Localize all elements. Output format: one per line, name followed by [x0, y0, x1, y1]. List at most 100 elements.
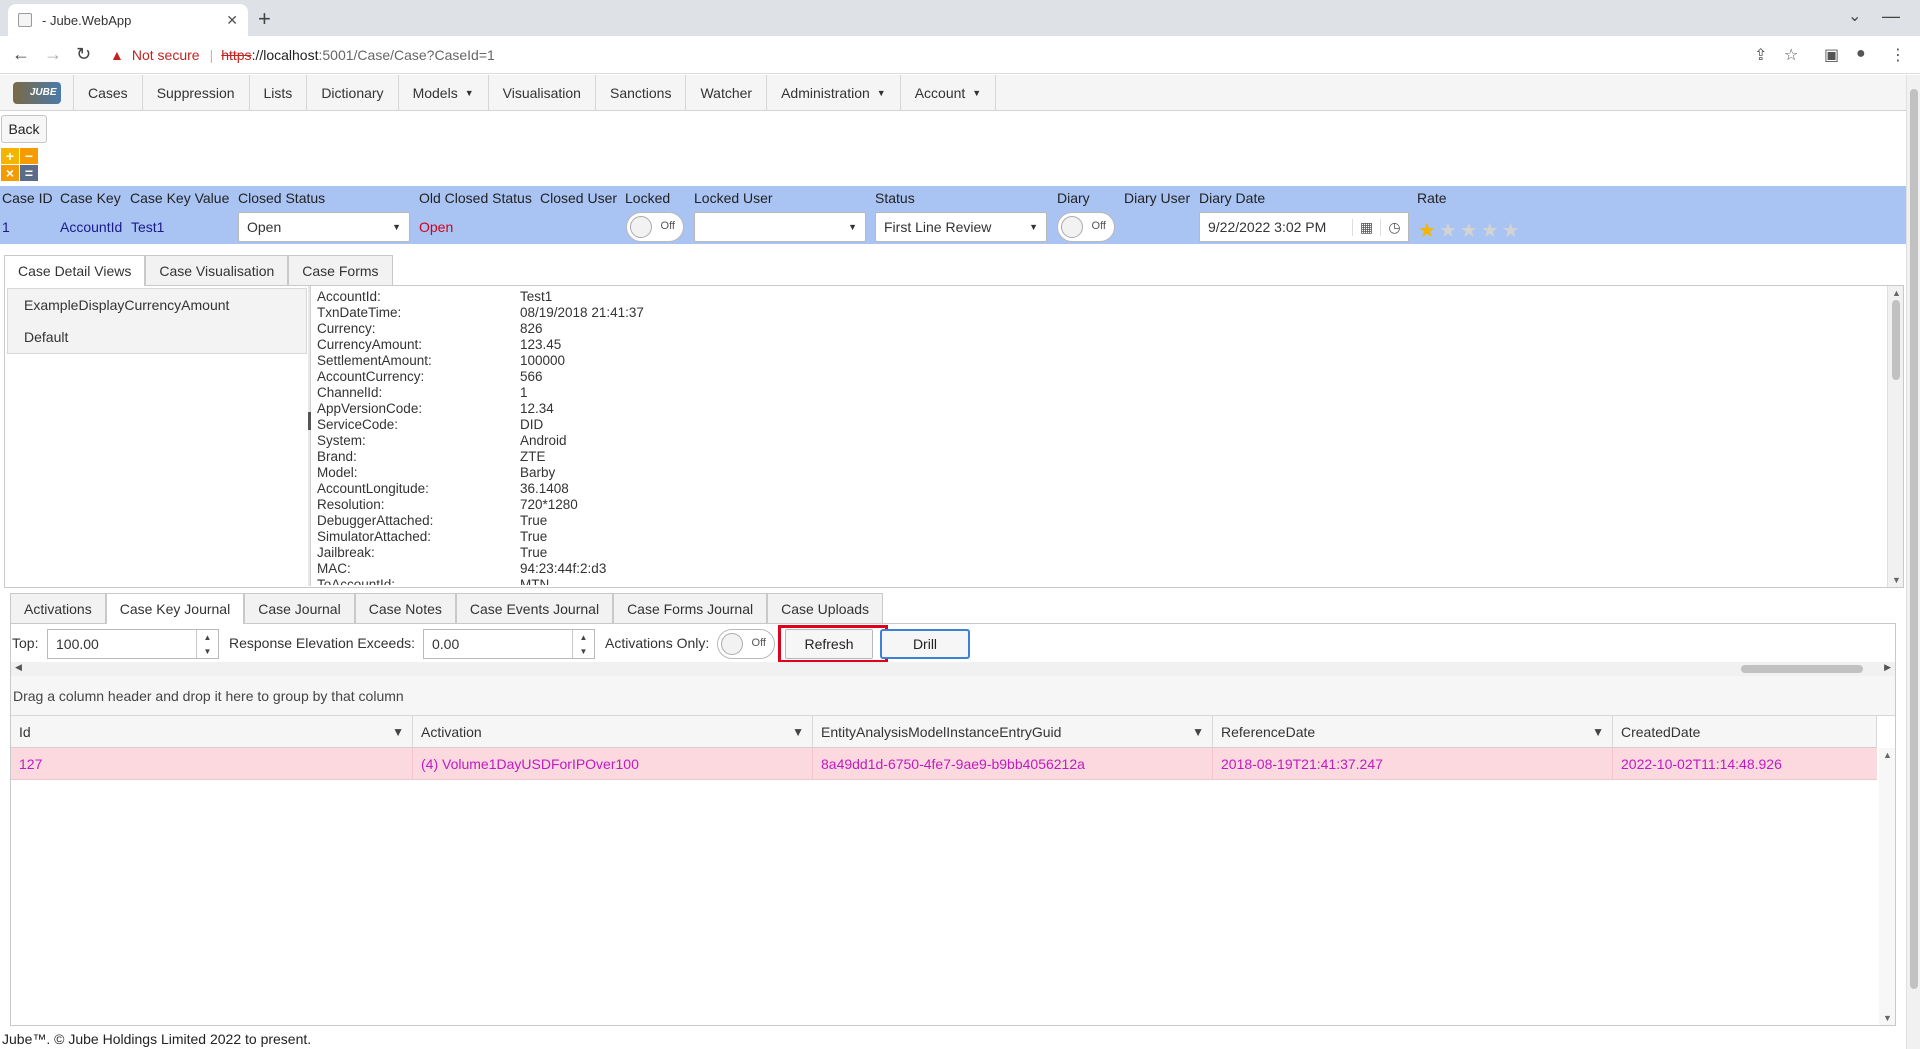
closed-status-select[interactable]: Open ▼ [238, 212, 410, 242]
menu-sanctions[interactable]: Sanctions [596, 75, 687, 110]
filter-icon[interactable]: ▼ [1592, 725, 1604, 739]
diary-date-picker[interactable]: 9/22/2022 3:02 PM ▦ ◷ [1199, 212, 1409, 242]
grid-horizontal-scrollbar[interactable]: ◀ ▶ [11, 662, 1895, 676]
scroll-left-icon[interactable]: ◀ [15, 662, 22, 673]
group-by-bar[interactable]: Drag a column header and drop it here to… [11, 676, 1895, 716]
scroll-down-icon[interactable]: ▼ [1883, 1013, 1892, 1023]
spin-up-icon[interactable]: ▲ [204, 633, 212, 642]
case-key-value: AccountId [60, 219, 123, 235]
elevation-input[interactable]: 0.00 ▲ ▼ [423, 629, 595, 659]
activations-only-toggle[interactable]: Off [717, 629, 775, 659]
more-menu-icon[interactable]: ⋮ [1890, 45, 1906, 65]
side-panel-icon[interactable]: ▣ [1824, 45, 1839, 65]
menu-cases[interactable]: Cases [74, 75, 143, 110]
close-icon[interactable]: ✕ [226, 12, 238, 29]
filter-icon[interactable]: ▼ [392, 725, 404, 739]
calculator-widget[interactable]: + − × = [1, 148, 39, 182]
star-icon[interactable]: ★ [1418, 220, 1439, 242]
column-header-id[interactable]: Id ▼ [11, 716, 413, 748]
field-row: ToAccountId: MTN [317, 577, 1877, 585]
share-icon[interactable]: ⇪ [1754, 45, 1767, 65]
grid-vertical-scrollbar[interactable]: ▲ ▼ [1879, 748, 1895, 1025]
back-button[interactable]: Back [1, 115, 47, 143]
list-item[interactable]: Default [8, 321, 306, 353]
filter-icon[interactable]: ▼ [792, 725, 804, 739]
menu-watcher[interactable]: Watcher [686, 75, 768, 110]
page-scrollbar[interactable] [1906, 75, 1920, 1049]
detail-scrollbar[interactable]: ▲ ▼ [1887, 286, 1903, 587]
spin-down-icon[interactable]: ▼ [204, 647, 212, 656]
scroll-thumb[interactable] [1910, 89, 1918, 989]
forward-arrow-icon[interactable]: → [44, 44, 62, 65]
field-row: SimulatorAttached: True [317, 529, 1877, 545]
jube-logo[interactable]: JUBE [0, 75, 74, 110]
field-value: Test1 [520, 289, 553, 304]
equals-icon[interactable]: = [20, 165, 38, 181]
scroll-up-icon[interactable]: ▲ [1892, 288, 1901, 298]
column-header-activation[interactable]: Activation ▼ [413, 716, 813, 748]
tab-case-uploads[interactable]: Case Uploads [767, 593, 884, 623]
tab-case-notes[interactable]: Case Notes [354, 593, 456, 623]
top-stepper[interactable]: ▲ ▼ [196, 630, 218, 658]
times-icon[interactable]: × [1, 165, 19, 181]
not-secure-label[interactable]: Not secure [132, 47, 200, 63]
column-header-reference-date[interactable]: ReferenceDate ▼ [1213, 716, 1613, 748]
elevation-stepper[interactable]: ▲ ▼ [572, 630, 594, 658]
menu-models[interactable]: Models ▼ [399, 75, 489, 110]
locked-toggle[interactable]: Off [626, 212, 684, 242]
scroll-thumb[interactable] [1741, 665, 1863, 673]
menu-administration[interactable]: Administration ▼ [767, 75, 901, 110]
table-row[interactable]: 127 (4) Volume1DayUSDForIPOver100 8a49dd… [11, 748, 1877, 780]
star-icon[interactable]: ☆ [1784, 45, 1798, 65]
address-bar[interactable]: ▲ Not secure | https ://localhost :5001/… [110, 41, 1770, 69]
spin-down-icon[interactable]: ▼ [580, 647, 588, 656]
star-icon[interactable]: ★ [1439, 220, 1460, 242]
status-select[interactable]: First Line Review ▼ [875, 212, 1047, 242]
scroll-up-icon[interactable]: ▲ [1883, 750, 1892, 760]
back-arrow-icon[interactable]: ← [12, 44, 30, 65]
spin-up-icon[interactable]: ▲ [580, 633, 588, 642]
filter-icon[interactable]: ▼ [1192, 725, 1204, 739]
top-input[interactable]: 100.00 ▲ ▼ [47, 629, 219, 659]
tab-case-journal[interactable]: Case Journal [244, 593, 355, 623]
profile-icon[interactable]: ● [1856, 45, 1866, 63]
chevron-down-icon[interactable]: ⌄ [1848, 6, 1861, 26]
scroll-down-icon[interactable]: ▼ [1892, 575, 1901, 585]
drill-button[interactable]: Drill [880, 629, 970, 659]
scroll-thumb[interactable] [1892, 300, 1900, 380]
scroll-right-icon[interactable]: ▶ [1884, 662, 1891, 673]
menu-visualisation[interactable]: Visualisation [489, 75, 596, 110]
plus-icon[interactable]: + [1, 148, 19, 164]
column-header-created-date[interactable]: CreatedDate [1613, 716, 1877, 748]
diary-toggle[interactable]: Off [1057, 212, 1115, 242]
locked-user-select[interactable]: ▼ [694, 212, 866, 242]
menu-account[interactable]: Account ▼ [901, 75, 997, 110]
splitter-grip-icon[interactable] [308, 412, 311, 430]
reload-icon[interactable]: ↻ [76, 44, 91, 65]
menu-dictionary[interactable]: Dictionary [307, 75, 399, 110]
tab-case-detail-views[interactable]: Case Detail Views [4, 255, 146, 286]
tab-case-forms-journal[interactable]: Case Forms Journal [613, 593, 768, 623]
tab-case-events-journal[interactable]: Case Events Journal [455, 593, 614, 623]
minus-icon[interactable]: − [20, 148, 38, 164]
pane-splitter[interactable] [308, 286, 311, 586]
star-icon[interactable]: ★ [1481, 220, 1502, 242]
star-icon[interactable]: ★ [1502, 220, 1523, 242]
tab-case-forms[interactable]: Case Forms [288, 255, 393, 285]
menu-lists[interactable]: Lists [250, 75, 308, 110]
tab-activations[interactable]: Activations [10, 593, 106, 623]
diary-date-value[interactable]: 9/22/2022 3:02 PM [1200, 219, 1352, 235]
browser-tab[interactable]: - Jube.WebApp ✕ [8, 4, 248, 36]
menu-suppression[interactable]: Suppression [143, 75, 250, 110]
tab-case-visualisation[interactable]: Case Visualisation [145, 255, 289, 285]
star-icon[interactable]: ★ [1460, 220, 1481, 242]
clock-icon[interactable]: ◷ [1380, 218, 1408, 236]
tab-case-key-journal[interactable]: Case Key Journal [105, 593, 245, 624]
calendar-icon[interactable]: ▦ [1352, 218, 1380, 236]
new-tab-icon[interactable]: + [258, 6, 271, 32]
refresh-button[interactable]: Refresh [785, 629, 873, 659]
rating-stars[interactable]: ★★★★★ [1418, 218, 1523, 243]
list-item[interactable]: ExampleDisplayCurrencyAmount [8, 289, 306, 321]
minimize-icon[interactable]: — [1882, 6, 1900, 27]
column-header-entry-guid[interactable]: EntityAnalysisModelInstanceEntryGuid ▼ [813, 716, 1213, 748]
